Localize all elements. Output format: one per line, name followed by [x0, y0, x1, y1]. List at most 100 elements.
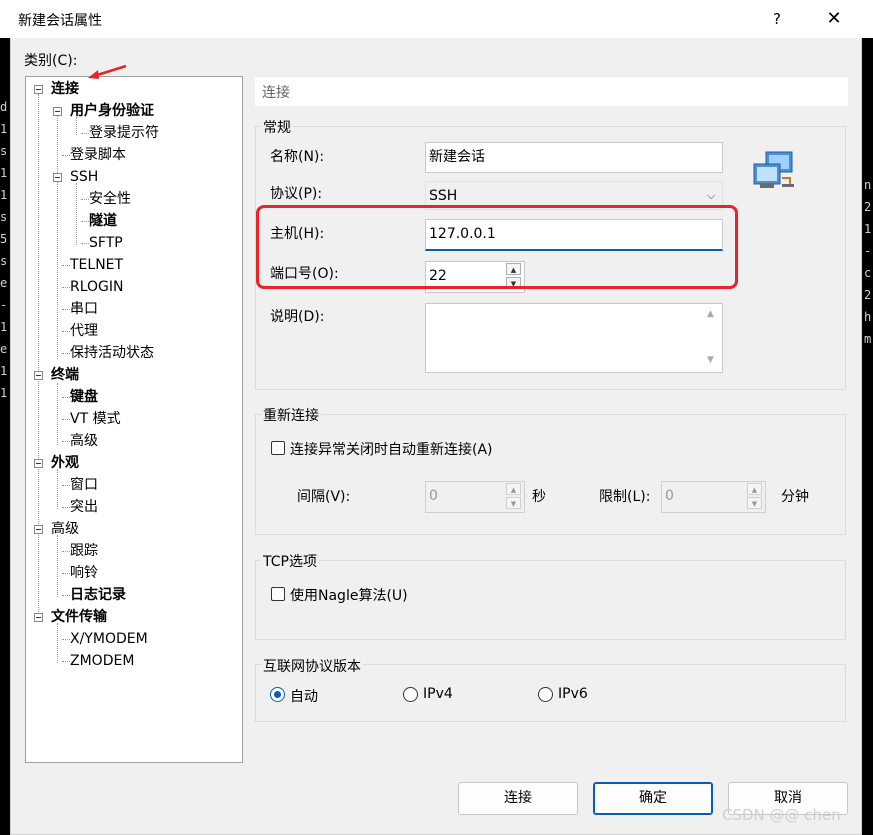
collapse-icon[interactable] — [34, 371, 43, 380]
tree-item-tunnel[interactable]: 隧道 — [89, 212, 117, 230]
connect-button[interactable]: 连接 — [458, 782, 578, 815]
tree-item-proxy[interactable]: 代理 — [70, 322, 98, 340]
watermark: CSDN @@ chen — [722, 806, 841, 824]
radio-auto[interactable] — [270, 687, 285, 702]
bg-char: s — [0, 254, 8, 268]
tree-item-rlogin[interactable]: RLOGIN — [70, 278, 124, 296]
bg-char: 1 — [864, 222, 872, 236]
bg-char: 5 — [0, 232, 8, 246]
red-arrow-icon — [88, 64, 127, 79]
radio-ipv4-label[interactable]: IPv4 — [423, 686, 453, 702]
description-label: 说明(D): — [270, 309, 325, 325]
bg-char: 2 — [864, 288, 872, 302]
network-computers-icon — [753, 151, 794, 188]
tree-item-xymodem[interactable]: X/YMODEM — [70, 630, 148, 648]
tree-item-zmodem[interactable]: ZMODEM — [70, 652, 134, 670]
title-bar — [10, 0, 862, 38]
reconnect-checkbox[interactable] — [271, 441, 285, 455]
nagle-checkbox[interactable] — [271, 587, 285, 601]
radio-ipv4[interactable] — [403, 687, 418, 702]
tree-item-keyboard[interactable]: 键盘 — [70, 388, 98, 406]
tree-item-file-transfer[interactable]: 文件传输 — [51, 608, 107, 626]
bg-char: 1 — [0, 122, 8, 136]
bg-char: d — [0, 100, 8, 114]
reconnect-group-label: 重新连接 — [261, 405, 321, 425]
bg-char: 1 — [0, 386, 8, 400]
bg-char: - — [0, 298, 8, 312]
radio-ipv6[interactable] — [538, 687, 553, 702]
reconnect-checkbox-label[interactable]: 连接异常关闭时自动重新连接(A) — [290, 439, 493, 459]
scroll-down-icon[interactable]: ▼ — [707, 355, 714, 365]
tree-item-advanced[interactable]: 高级 — [70, 432, 98, 450]
category-tree[interactable]: 连接 用户身份验证 登录提示符 登录脚本 SSH 安全性 隧道 SFTP TEL… — [25, 76, 243, 763]
tree-item-highlight[interactable]: 突出 — [70, 498, 98, 516]
tree-item-vt-mode[interactable]: VT 模式 — [70, 410, 121, 428]
category-label: 类别(C): — [24, 53, 78, 69]
protocol-label: 协议(P): — [270, 186, 323, 202]
ip-version-group-label: 互联网协议版本 — [261, 656, 363, 676]
tree-item-ssh[interactable]: SSH — [70, 168, 98, 186]
bg-char: e — [0, 342, 8, 356]
reconnect-group — [255, 414, 846, 535]
tree-item-login-prompt[interactable]: 登录提示符 — [89, 124, 159, 142]
description-scrollbar[interactable]: ▲ ▼ — [705, 305, 721, 371]
spin-up-icon[interactable]: ▲ — [506, 483, 521, 495]
collapse-icon[interactable] — [34, 525, 43, 534]
collapse-icon[interactable] — [34, 85, 43, 94]
collapse-icon[interactable] — [53, 173, 62, 182]
protocol-value: SSH — [429, 188, 458, 204]
bg-char: c — [864, 266, 872, 280]
name-label: 名称(N): — [270, 149, 325, 165]
description-textarea[interactable] — [425, 303, 723, 373]
close-button[interactable]: ✕ — [822, 7, 846, 31]
interval-unit: 秒 — [532, 489, 546, 505]
limit-spinner[interactable]: ▲ ▼ — [747, 483, 764, 511]
tree-item-advanced-2[interactable]: 高级 — [51, 520, 79, 538]
tree-item-connection[interactable]: 连接 — [51, 80, 79, 98]
tree-item-sftp[interactable]: SFTP — [89, 234, 123, 252]
section-title: 连接 — [262, 85, 290, 101]
limit-value: 0 — [665, 488, 674, 504]
tree-item-telnet[interactable]: TELNET — [70, 256, 123, 274]
tree-item-log[interactable]: 日志记录 — [70, 586, 126, 604]
tree-item-window[interactable]: 窗口 — [70, 476, 98, 494]
collapse-icon[interactable] — [34, 459, 43, 468]
tree-item-trace[interactable]: 跟踪 — [70, 542, 98, 560]
limit-unit: 分钟 — [781, 489, 809, 505]
help-button[interactable]: ? — [765, 8, 789, 32]
interval-spinner[interactable]: ▲ ▼ — [506, 483, 523, 511]
collapse-icon[interactable] — [53, 107, 62, 116]
name-input[interactable]: 新建会话 — [425, 142, 723, 173]
tree-item-bell[interactable]: 响铃 — [70, 564, 98, 582]
interval-value: 0 — [429, 488, 438, 504]
bg-char: 1 — [0, 320, 8, 334]
bg-char: 1 — [0, 188, 8, 202]
spin-up-icon[interactable]: ▲ — [747, 483, 762, 495]
bg-char: - — [864, 244, 872, 258]
ok-button[interactable]: 确定 — [593, 782, 713, 815]
tree-item-serial[interactable]: 串口 — [70, 300, 98, 318]
window-title: 新建会话属性 — [18, 13, 102, 29]
tree-item-terminal[interactable]: 终端 — [51, 366, 79, 384]
radio-auto-label[interactable]: 自动 — [290, 686, 318, 706]
bg-char: 1 — [0, 166, 8, 180]
general-group-label: 常规 — [261, 117, 293, 137]
tcp-group-label: TCP选项 — [261, 551, 319, 571]
bg-char: 1 — [0, 364, 8, 378]
spin-down-icon[interactable]: ▼ — [747, 497, 762, 509]
annotation-highlight-box — [256, 205, 738, 289]
bg-char: s — [0, 144, 8, 158]
tree-item-user-auth[interactable]: 用户身份验证 — [70, 102, 154, 120]
tree-item-security[interactable]: 安全性 — [89, 190, 131, 208]
spin-down-icon[interactable]: ▼ — [506, 497, 521, 509]
nagle-checkbox-label[interactable]: 使用Nagle算法(U) — [290, 585, 408, 605]
tree-item-login-script[interactable]: 登录脚本 — [70, 146, 126, 164]
section-header: 连接 — [255, 77, 848, 106]
tree-item-appearance[interactable]: 外观 — [51, 454, 79, 472]
limit-label: 限制(L): — [599, 489, 651, 505]
collapse-icon[interactable] — [34, 613, 43, 622]
bg-char: s — [0, 210, 8, 224]
scroll-up-icon[interactable]: ▲ — [707, 309, 714, 319]
tree-item-keepalive[interactable]: 保持活动状态 — [70, 344, 154, 362]
radio-ipv6-label[interactable]: IPv6 — [558, 686, 588, 702]
